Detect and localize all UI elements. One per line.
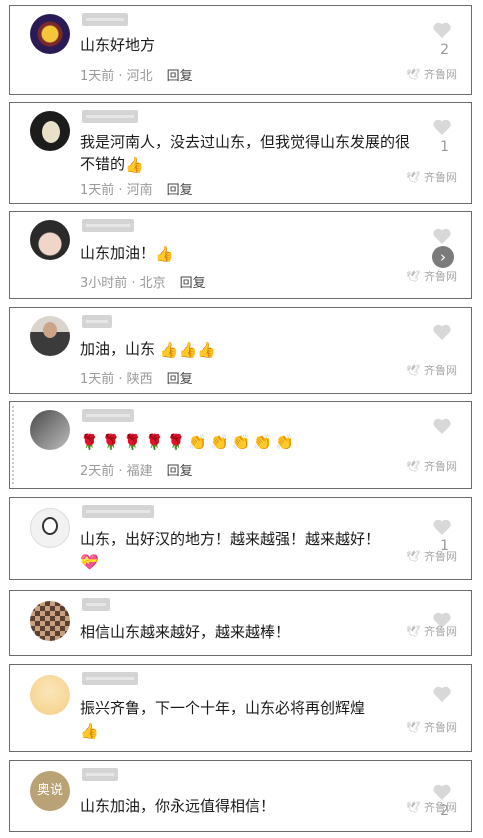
heart-icon[interactable]: [432, 518, 452, 536]
reply-button[interactable]: 回复: [180, 276, 206, 291]
thumbs-up-icon: 👍: [125, 156, 144, 174]
watermark: 🕊 齐鲁网: [406, 550, 457, 563]
username[interactable]: [82, 110, 138, 123]
comment-meta: 2天前 · 福建 回复: [80, 460, 193, 479]
comment-card: 相信山东越来越好，越来越棒！ 🕊 齐鲁网: [9, 590, 472, 656]
comment-meta: 1天前 · 河北 回复: [80, 65, 193, 84]
username[interactable]: [82, 409, 134, 422]
bird-logo-icon: 🕊: [406, 68, 420, 81]
username[interactable]: [82, 219, 134, 232]
watermark: 🕊 齐鲁网: [406, 721, 457, 734]
comment-time: 2天前 · 福建: [80, 464, 153, 479]
comment-card: 奥说 山东加油，你永远值得相信！ 2 🕊 齐鲁网: [9, 760, 472, 832]
comment-text: 相信山东越来越好，越来越棒！: [80, 623, 291, 641]
username[interactable]: [82, 315, 112, 328]
avatar-face: [43, 322, 57, 338]
comment-time: 1天前 · 陕西: [80, 372, 153, 387]
username[interactable]: [82, 505, 154, 518]
comment-text: 山东加油！👍: [80, 244, 174, 263]
username[interactable]: [82, 598, 110, 611]
heart-icon[interactable]: [432, 21, 452, 39]
watermark: 🕊 齐鲁网: [406, 625, 457, 638]
comment-text: 🌹🌹🌹🌹🌹👏👏👏👏👏: [80, 430, 420, 452]
reply-button[interactable]: 回复: [167, 464, 193, 479]
comment-text: 振兴齐鲁，下一个十年，山东必将再创辉煌 👍: [80, 699, 366, 740]
username[interactable]: [82, 13, 128, 26]
like-count: 1: [440, 139, 449, 155]
comment-text: 我是河南人，没去过山东，但我觉得山东发展的很不错的👍: [80, 133, 411, 174]
comment-card: 山东，出好汉的地方！越来越强！越来越好！ 💝 1 🕊 齐鲁网: [9, 497, 472, 580]
divider: [12, 406, 16, 484]
comment-time: 3小时前 · 北京: [80, 276, 166, 291]
comment-time: 1天前 · 河北: [80, 69, 153, 84]
avatar[interactable]: [30, 675, 70, 715]
watermark: 🕊 齐鲁网: [406, 171, 457, 184]
bird-logo-icon: 🕊: [406, 550, 420, 563]
bird-logo-icon: 🕊: [406, 625, 420, 638]
comment-time: 1天前 · 河南: [80, 183, 153, 198]
avatar-figure: [42, 121, 60, 143]
avatar[interactable]: [30, 220, 70, 260]
avatar[interactable]: [30, 410, 70, 450]
heart-gift-icon: 💝: [80, 553, 99, 571]
bird-logo-icon: 🕊: [406, 721, 420, 734]
thumbs-up-icon: 👍👍👍: [159, 341, 216, 359]
watermark: 🕊 齐鲁网: [406, 364, 457, 377]
chevron-right-icon[interactable]: ›: [432, 246, 454, 268]
comment-card: 我是河南人，没去过山东，但我觉得山东发展的很不错的👍 1天前 · 河南 回复 1 …: [9, 102, 472, 204]
comment-card: 振兴齐鲁，下一个十年，山东必将再创辉煌 👍 🕊 齐鲁网: [9, 664, 472, 752]
bird-logo-icon: 🕊: [406, 270, 420, 283]
comment-text: 山东加油，你永远值得相信！: [80, 797, 276, 815]
comment-card: 山东好地方 1天前 · 河北 回复 2 🕊 齐鲁网: [9, 5, 472, 95]
comment-text: 山东，出好汉的地方！越来越强！越来越好！ 💝: [80, 530, 381, 571]
watermark: 🕊 齐鲁网: [406, 270, 457, 283]
watermark: 🕊 齐鲁网: [406, 801, 457, 814]
flowers-clap-icon: 🌹🌹🌹🌹🌹👏👏👏👏👏: [80, 433, 297, 451]
avatar[interactable]: [30, 111, 70, 151]
comment-meta: 1天前 · 河南 回复: [80, 179, 193, 198]
comment-meta: 1天前 · 陕西 回复: [80, 368, 193, 387]
heart-icon[interactable]: [432, 118, 452, 136]
comment-meta: 3小时前 · 北京 回复: [80, 272, 206, 291]
reply-button[interactable]: 回复: [167, 372, 193, 387]
avatar-face: [42, 517, 58, 535]
avatar-label: 奥说: [36, 783, 63, 798]
heart-icon[interactable]: [432, 417, 452, 435]
reply-button[interactable]: 回复: [167, 69, 193, 84]
watermark: 🕊 齐鲁网: [406, 68, 457, 81]
thumbs-up-icon: 👍: [155, 245, 174, 263]
avatar[interactable]: 奥说: [30, 771, 70, 811]
comment-text: 加油，山东 👍👍👍: [80, 340, 216, 359]
like-count: 2: [440, 42, 449, 58]
watermark: 🕊 齐鲁网: [406, 460, 457, 473]
avatar[interactable]: [30, 316, 70, 356]
comment-card: 加油，山东 👍👍👍 1天前 · 陕西 回复 🕊 齐鲁网: [9, 307, 472, 394]
avatar[interactable]: [30, 14, 70, 54]
heart-icon[interactable]: [432, 227, 452, 245]
bird-logo-icon: 🕊: [406, 364, 420, 377]
bird-logo-icon: 🕊: [406, 801, 420, 814]
avatar[interactable]: [30, 508, 70, 548]
reply-button[interactable]: 回复: [167, 183, 193, 198]
comment-card: 🌹🌹🌹🌹🌹👏👏👏👏👏 2天前 · 福建 回复 🕊 齐鲁网: [9, 401, 472, 489]
comment-card: 山东加油！👍 3小时前 · 北京 回复 › 🕊 齐鲁网: [9, 211, 472, 299]
bird-logo-icon: 🕊: [406, 460, 420, 473]
heart-icon[interactable]: [432, 685, 452, 703]
comment-text: 山东好地方: [80, 36, 156, 54]
heart-icon[interactable]: [432, 323, 452, 341]
thumbs-up-icon: 👍: [80, 722, 99, 740]
username[interactable]: [82, 768, 118, 781]
username[interactable]: [82, 672, 138, 685]
bird-logo-icon: 🕊: [406, 171, 420, 184]
avatar[interactable]: [30, 601, 70, 641]
